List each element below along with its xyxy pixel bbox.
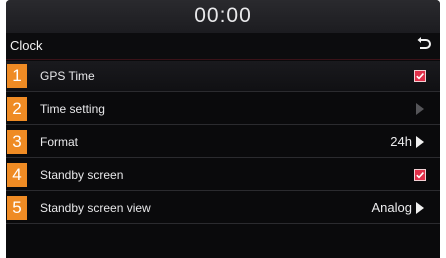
item-number-badge: 3 bbox=[7, 130, 27, 154]
title-bar: Clock bbox=[6, 33, 440, 60]
item-label: Time setting bbox=[40, 102, 105, 116]
list-item-standby-screen[interactable]: 4 Standby screen bbox=[6, 160, 440, 191]
item-number-badge: 2 bbox=[7, 97, 27, 121]
list-item-gps-time[interactable]: 1 GPS Time bbox=[6, 61, 440, 92]
arrow-right-icon[interactable] bbox=[416, 202, 424, 214]
item-number-badge: 4 bbox=[7, 163, 27, 187]
list-item-time-setting[interactable]: 2 Time setting bbox=[6, 94, 440, 125]
item-label: Format bbox=[40, 135, 79, 149]
back-return-icon[interactable] bbox=[416, 36, 432, 54]
item-number-badge: 1 bbox=[7, 64, 27, 88]
item-value: 24h bbox=[390, 134, 412, 149]
item-label: Standby screen view bbox=[40, 201, 151, 215]
item-label: Standby screen bbox=[40, 168, 124, 182]
item-value: Analog bbox=[371, 200, 412, 215]
list-item-standby-screen-view[interactable]: 5 Standby screen view Analog bbox=[6, 193, 440, 224]
clock-settings-screen: 00:00 Clock 1 GPS Time 2 Time setting 3 … bbox=[6, 0, 440, 258]
page-title: Clock bbox=[10, 38, 43, 53]
arrow-right-icon bbox=[416, 103, 424, 115]
checkbox-checked-icon[interactable] bbox=[414, 70, 426, 82]
status-bar: 00:00 bbox=[6, 0, 440, 33]
list-item-format[interactable]: 3 Format 24h bbox=[6, 127, 440, 158]
item-number-badge: 5 bbox=[7, 196, 27, 220]
arrow-right-icon[interactable] bbox=[416, 136, 424, 148]
item-label: GPS Time bbox=[40, 69, 95, 83]
status-time: 00:00 bbox=[194, 4, 252, 27]
checkbox-checked-icon[interactable] bbox=[414, 169, 426, 181]
